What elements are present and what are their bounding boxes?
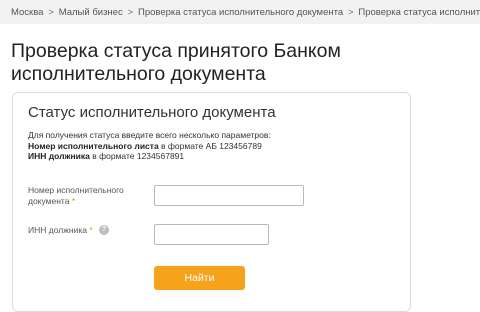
breadcrumb-separator: > — [348, 7, 354, 17]
breadcrumb: Москва > Малый бизнес > Проверка статуса… — [0, 0, 480, 24]
doc-number-input[interactable] — [154, 185, 304, 206]
breadcrumb-separator: > — [127, 7, 133, 17]
instructions-param1: Номер исполнительного листа в формате АБ… — [28, 141, 398, 152]
breadcrumb-separator: > — [48, 7, 54, 17]
doc-number-label-line1: Номер исполнительного — [28, 185, 124, 195]
breadcrumb-item-moscow[interactable]: Москва — [11, 7, 43, 18]
param1-format: в формате АБ 123456789 — [158, 140, 262, 151]
inn-input[interactable] — [154, 224, 269, 245]
page-title-line2: исполнительного документа — [11, 63, 266, 85]
status-check-card: Статус исполнительного документа Для пол… — [12, 92, 411, 312]
breadcrumb-item-small-business[interactable]: Малый бизнес — [59, 7, 123, 18]
breadcrumb-item-check-status[interactable]: Проверка статуса исполнительного докумен… — [138, 7, 343, 18]
find-button[interactable]: Найти — [154, 266, 245, 290]
instructions-intro: Для получения статуса введите всего неск… — [28, 130, 271, 140]
inn-label: ИНН должника * — [28, 225, 93, 236]
inn-label-text: ИНН должника — [28, 225, 87, 235]
required-mark: * — [89, 225, 93, 235]
instructions-param2: ИНН должника в формате 1234567891 — [28, 151, 398, 162]
param2-name: ИНН должника — [28, 151, 90, 161]
param2-format: в формате 1234567891 — [89, 151, 185, 161]
doc-number-label-line2: документа — [28, 196, 70, 206]
required-mark: * — [71, 196, 76, 206]
param1-name: Номер исполнительного листа — [28, 140, 159, 151]
card-title: Статус исполнительного документа — [28, 104, 276, 121]
page-title-line1: Проверка статуса принятого Банком — [11, 40, 341, 62]
doc-number-label: Номер исполнительного документа * — [28, 185, 143, 207]
breadcrumb-item-current: Проверка статуса исполнительного докумен… — [358, 6, 480, 18]
help-icon[interactable]: ? — [99, 225, 109, 235]
instructions: Для получения статуса введите всего неск… — [28, 130, 398, 162]
page-title: Проверка статуса принятого Банком исполн… — [11, 40, 451, 86]
